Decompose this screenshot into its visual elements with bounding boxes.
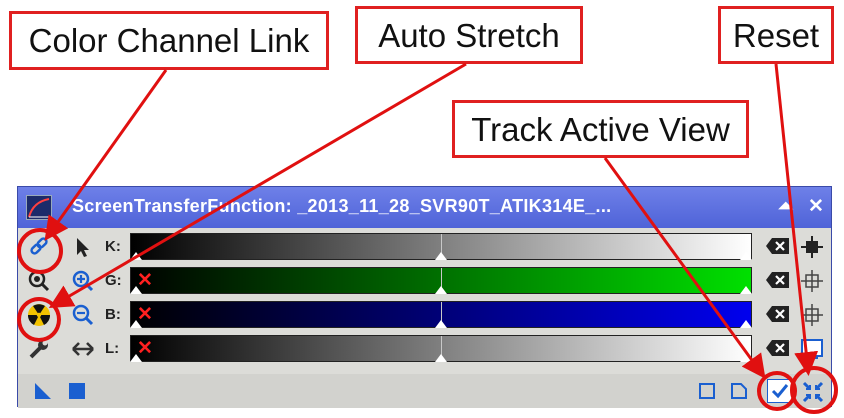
zoom-in-icon[interactable] bbox=[70, 268, 96, 294]
crosshair-icon[interactable] bbox=[799, 268, 825, 294]
channel-label: G: bbox=[105, 272, 122, 289]
callout-auto-stretch: Auto Stretch bbox=[355, 6, 583, 64]
new-instance-icon[interactable] bbox=[34, 382, 52, 400]
callout-color-channel-link: Color Channel Link bbox=[9, 11, 329, 70]
crosshair-icon[interactable] bbox=[799, 302, 825, 328]
channel-label: K: bbox=[105, 238, 121, 255]
window-icon[interactable] bbox=[799, 336, 825, 362]
channel-row-b: B: ✕ bbox=[18, 299, 831, 331]
highlight-reset-circle bbox=[790, 366, 838, 414]
highlights-handle[interactable] bbox=[740, 320, 752, 328]
channel-label: B: bbox=[105, 306, 121, 323]
channel-row-k: K: bbox=[18, 231, 831, 263]
shadows-handle[interactable] bbox=[130, 354, 142, 362]
horizontal-arrows-icon[interactable] bbox=[70, 336, 96, 362]
preview-icon[interactable] bbox=[698, 382, 716, 400]
clear-icon[interactable] bbox=[766, 305, 790, 323]
apply-global-icon[interactable] bbox=[68, 382, 86, 400]
close-icon[interactable]: ✕ bbox=[808, 197, 824, 217]
highlights-handle[interactable] bbox=[740, 354, 752, 362]
midtones-handle[interactable] bbox=[435, 354, 447, 362]
highlight-auto-stretch-circle bbox=[17, 297, 61, 342]
document-icon[interactable] bbox=[730, 382, 748, 400]
highlights-handle[interactable] bbox=[740, 252, 752, 260]
shadows-handle[interactable] bbox=[130, 286, 142, 294]
shadows-handle[interactable] bbox=[130, 320, 142, 328]
shadows-handle[interactable] bbox=[130, 252, 142, 260]
midtones-handle[interactable] bbox=[435, 286, 447, 294]
clear-icon[interactable] bbox=[766, 271, 790, 289]
histogram-bar-k[interactable] bbox=[130, 233, 752, 260]
highlights-handle[interactable] bbox=[740, 286, 752, 294]
clear-icon[interactable] bbox=[766, 339, 790, 357]
clear-icon[interactable] bbox=[766, 237, 790, 255]
process-icon bbox=[26, 195, 52, 220]
callout-track-active-view: Track Active View bbox=[452, 100, 749, 158]
channel-label: L: bbox=[105, 340, 120, 357]
title-bar[interactable]: ScreenTransferFunction: _2013_11_28_SVR9… bbox=[18, 187, 831, 228]
pointer-icon[interactable] bbox=[70, 234, 96, 260]
histogram-bar-b[interactable]: ✕ bbox=[130, 301, 752, 328]
shade-icon[interactable]: ⏶ bbox=[778, 197, 793, 217]
stf-window: ScreenTransferFunction: _2013_11_28_SVR9… bbox=[17, 186, 832, 408]
crosshair-icon[interactable] bbox=[799, 234, 825, 260]
zoom-out-icon[interactable] bbox=[70, 302, 96, 328]
histogram-bar-g[interactable]: ✕ bbox=[130, 267, 752, 294]
midtones-handle[interactable] bbox=[435, 320, 447, 328]
channel-row-l: L: ✕ bbox=[18, 333, 831, 365]
histogram-bar-l[interactable]: ✕ bbox=[130, 335, 752, 362]
midtones-handle[interactable] bbox=[435, 252, 447, 260]
callout-reset: Reset bbox=[718, 6, 834, 64]
highlight-link-circle bbox=[17, 228, 63, 274]
bottom-toolbar bbox=[18, 374, 831, 408]
window-title: ScreenTransferFunction: _2013_11_28_SVR9… bbox=[72, 196, 612, 216]
channel-row-g: G: ✕ bbox=[18, 265, 831, 297]
